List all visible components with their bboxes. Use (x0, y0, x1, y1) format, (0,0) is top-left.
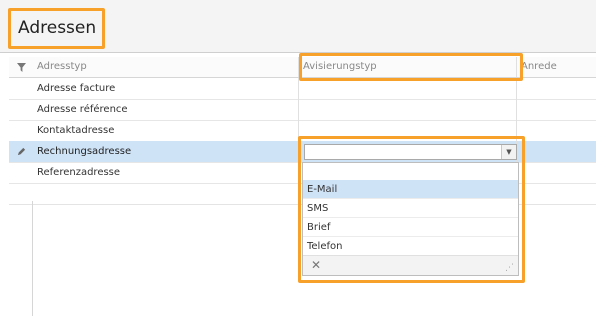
highlight-column-header (299, 53, 523, 81)
table-row[interactable]: Adresse référence (9, 99, 596, 121)
cell-adresstyp[interactable]: Rechnungsadresse (33, 141, 299, 162)
cell-adresstyp[interactable]: Kontaktadresse (33, 120, 299, 141)
column-header-anrede[interactable]: Anrede (517, 57, 596, 77)
cell-adresstyp[interactable]: Referenzadresse (33, 162, 299, 183)
highlight-dropdown (298, 136, 525, 283)
row-indicator (9, 99, 33, 120)
row-indicator (9, 78, 33, 99)
cell-adresstyp[interactable] (33, 183, 299, 204)
pencil-icon (9, 141, 33, 162)
row-indicator (9, 162, 33, 183)
row-indicator (9, 120, 33, 141)
grid-divider (32, 201, 33, 316)
row-indicator (9, 183, 33, 204)
cell-avisierungstyp[interactable] (299, 99, 517, 120)
cell-avisierungstyp[interactable] (299, 78, 517, 99)
column-header-adresstyp[interactable]: Adresstyp (33, 57, 299, 77)
highlight-title (8, 8, 105, 49)
table-row[interactable]: Adresse facture (9, 78, 596, 100)
address-panel: Adressen Adresstyp Avisierungstyp Anrede… (0, 0, 596, 316)
filter-icon[interactable] (9, 57, 33, 77)
cell-adresstyp[interactable]: Adresse facture (33, 78, 299, 99)
cell-adresstyp[interactable]: Adresse référence (33, 99, 299, 120)
